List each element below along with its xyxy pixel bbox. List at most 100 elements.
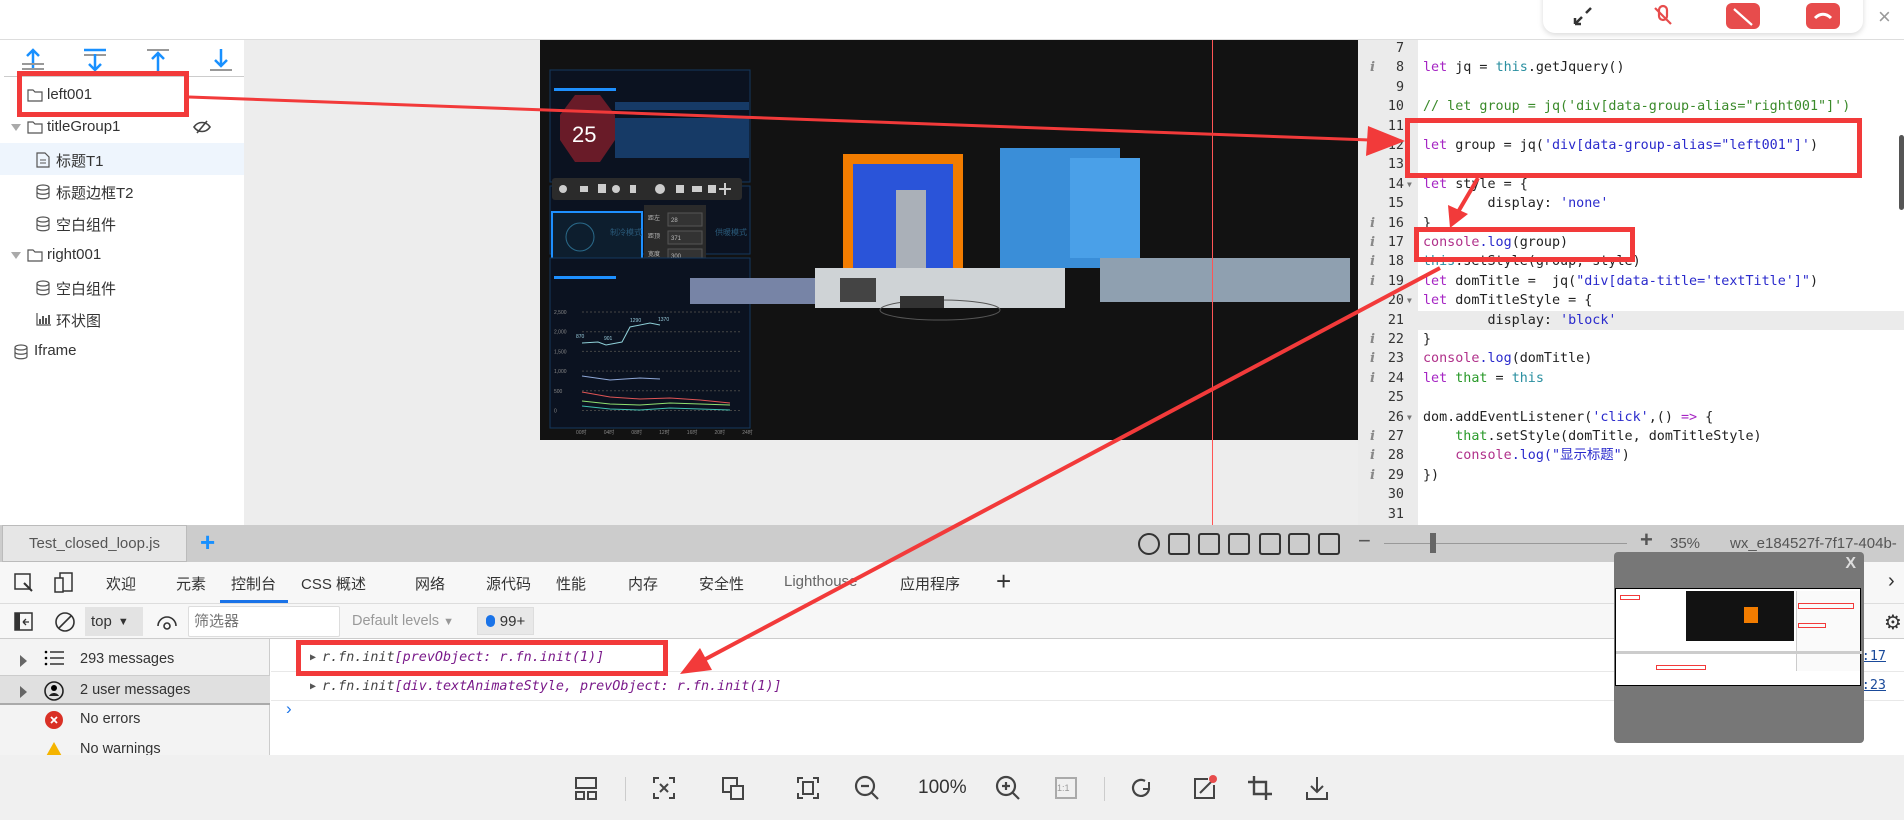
tree-item[interactable]: Iframe	[0, 335, 244, 367]
context-select[interactable]: top ▼	[85, 607, 143, 636]
code-editor[interactable]: 7 i 8 let jq = this.getJquery() 9 10// let gr…	[1358, 40, 1904, 525]
code-line[interactable]: i 24 let that = this	[1358, 369, 1904, 388]
devtools-tab[interactable]: 性能	[556, 573, 586, 594]
console-filter-item[interactable]: 2 user messages	[0, 675, 270, 705]
code-line[interactable]: 31	[1358, 505, 1904, 524]
devtools-tab[interactable]: 欢迎	[106, 573, 136, 594]
fit-icon[interactable]	[648, 772, 680, 804]
move-bottom-icon[interactable]	[82, 48, 108, 72]
devtools-tab[interactable]: 源代码	[486, 573, 531, 594]
tree-item[interactable]: right001	[0, 239, 244, 271]
code-line[interactable]: i 8 let jq = this.getJquery()	[1358, 58, 1904, 77]
log-levels-dropdown[interactable]: Default levels ▼	[352, 613, 454, 629]
device-toolbar-icon[interactable]	[54, 572, 74, 594]
code-line[interactable]: 15 display: 'none'	[1358, 194, 1904, 213]
zoom-in-button[interactable]: +	[1640, 527, 1653, 553]
sidebar-toggle-icon[interactable]	[14, 612, 34, 632]
layout-icon[interactable]	[570, 772, 602, 804]
download-icon[interactable]	[1301, 772, 1333, 804]
code-line[interactable]: 26 ▼ dom.addEventListener('click',() => {	[1358, 408, 1904, 427]
code-line[interactable]: i 22}	[1358, 330, 1904, 349]
devtools-tab[interactable]: 网络	[415, 573, 445, 594]
expand-arrow-icon[interactable]	[20, 655, 27, 667]
zoom-in-icon[interactable]	[992, 772, 1024, 804]
code-line[interactable]: i 19 let domTitle = jq("div[data-title='te…	[1358, 272, 1904, 291]
zoom-out-button[interactable]: −	[1358, 528, 1371, 554]
code-line[interactable]: 7	[1358, 40, 1904, 58]
devtools-tab[interactable]: 元素	[176, 573, 206, 594]
annotate-icon[interactable]	[1188, 772, 1220, 804]
check-circle-icon[interactable]	[1138, 533, 1160, 555]
chevron-right-icon[interactable]: ›	[1888, 570, 1895, 593]
rotate-icon[interactable]	[1125, 772, 1157, 804]
move-top-icon[interactable]	[20, 48, 46, 72]
console-filter-item[interactable]: No errors	[0, 705, 270, 735]
expand-arrow-icon[interactable]	[11, 124, 21, 131]
mic-off-icon[interactable]	[1646, 3, 1680, 29]
more-tabs-button[interactable]: +	[996, 566, 1011, 597]
fold-arrow-icon[interactable]: ▼	[1407, 408, 1412, 427]
document-icon[interactable]	[1259, 533, 1281, 555]
zoom-out-icon[interactable]	[851, 772, 883, 804]
layers-icon[interactable]	[1168, 533, 1190, 555]
code-text: // let group = jq('div[data-group-alias=…	[1423, 97, 1850, 116]
screenshot-thumbnail[interactable]: X	[1614, 552, 1864, 743]
tree-item[interactable]: 标题边框T2	[0, 175, 244, 207]
exit-fullscreen-icon[interactable]	[1566, 3, 1600, 29]
fold-arrow-icon[interactable]: ▼	[1407, 291, 1412, 310]
devtools-tab[interactable]: 内存	[628, 573, 658, 594]
expand-arrow-icon[interactable]	[20, 686, 27, 698]
code-line[interactable]: 10 // let group = jq('div[data-group-alia…	[1358, 97, 1904, 116]
fullscreen-icon[interactable]	[792, 772, 824, 804]
add-tab-button[interactable]: +	[200, 527, 215, 558]
camera-off-icon[interactable]	[1726, 2, 1760, 29]
live-expression-eye-icon[interactable]	[156, 612, 178, 632]
expand-arrow-icon[interactable]: ▶	[310, 681, 316, 692]
devtools-tab[interactable]: 安全性	[699, 573, 744, 594]
settings-gear-icon[interactable]: ⚙	[1884, 610, 1902, 635]
issues-counter[interactable]: 99+	[477, 607, 534, 635]
clear-console-icon[interactable]	[54, 611, 76, 633]
devtools-tab[interactable]: CSS 概述	[301, 573, 366, 594]
zoom-slider-thumb[interactable]	[1429, 533, 1436, 553]
console-prompt[interactable]: ›	[286, 699, 292, 719]
console-filter-item[interactable]: 293 messages	[0, 645, 270, 675]
scene-preview[interactable]: 25 制冷模式 供暖模式 距左28距顶371宽度300高度110定位左上 2,5…	[540, 40, 1360, 440]
code-line[interactable]: 25	[1358, 388, 1904, 407]
move-up-icon[interactable]	[145, 48, 171, 72]
close-icon[interactable]: ×	[1878, 4, 1891, 30]
ocr-icon[interactable]	[717, 772, 749, 804]
inspect-icon[interactable]	[14, 573, 34, 593]
eye-slash-icon[interactable]	[192, 119, 212, 139]
move-down-icon[interactable]	[208, 48, 234, 72]
tree-item[interactable]: 环状图	[0, 303, 244, 335]
hang-up-icon[interactable]	[1806, 2, 1840, 29]
code-line[interactable]: i 28 console.log("显示标题")	[1358, 446, 1904, 465]
code-line[interactable]: i 23 console.log(domTitle)	[1358, 349, 1904, 368]
filter-input[interactable]	[188, 606, 340, 637]
crop-icon[interactable]	[1244, 772, 1276, 804]
devtools-tab[interactable]: Lighthouse	[784, 573, 857, 590]
devtools-tab[interactable]: 控制台	[231, 573, 276, 594]
expand-icon[interactable]	[1318, 533, 1340, 555]
code-line[interactable]: 21 display: 'block'	[1358, 310, 1904, 330]
gears-icon[interactable]	[1228, 533, 1250, 555]
tree-item[interactable]: 空白组件	[0, 271, 244, 303]
file-tab[interactable]: Test_closed_loop.js	[2, 525, 187, 562]
thumbnail-close-button[interactable]: X	[1845, 555, 1856, 573]
scrollbar[interactable]	[1899, 135, 1904, 210]
code-line[interactable]: 30	[1358, 485, 1904, 504]
expand-arrow-icon[interactable]	[11, 252, 21, 259]
zoom-slider[interactable]	[1384, 543, 1627, 544]
devtools-tab[interactable]: 应用程序	[900, 573, 960, 594]
code-line[interactable]: 9	[1358, 78, 1904, 97]
code-line[interactable]: i 29})	[1358, 466, 1904, 485]
code-line[interactable]: i 27 that.setStyle(domTitle, domTitleStyl…	[1358, 427, 1904, 446]
tree-item[interactable]: 标题T1	[0, 143, 244, 175]
tree-item[interactable]: 空白组件	[0, 207, 244, 239]
code-token: this	[1511, 370, 1544, 386]
database-icon[interactable]	[1198, 533, 1220, 555]
line-number: 14	[1387, 176, 1404, 192]
code-line[interactable]: 20 ▼ let domTitleStyle = {	[1358, 291, 1904, 310]
keyboard-icon[interactable]	[1288, 533, 1310, 555]
